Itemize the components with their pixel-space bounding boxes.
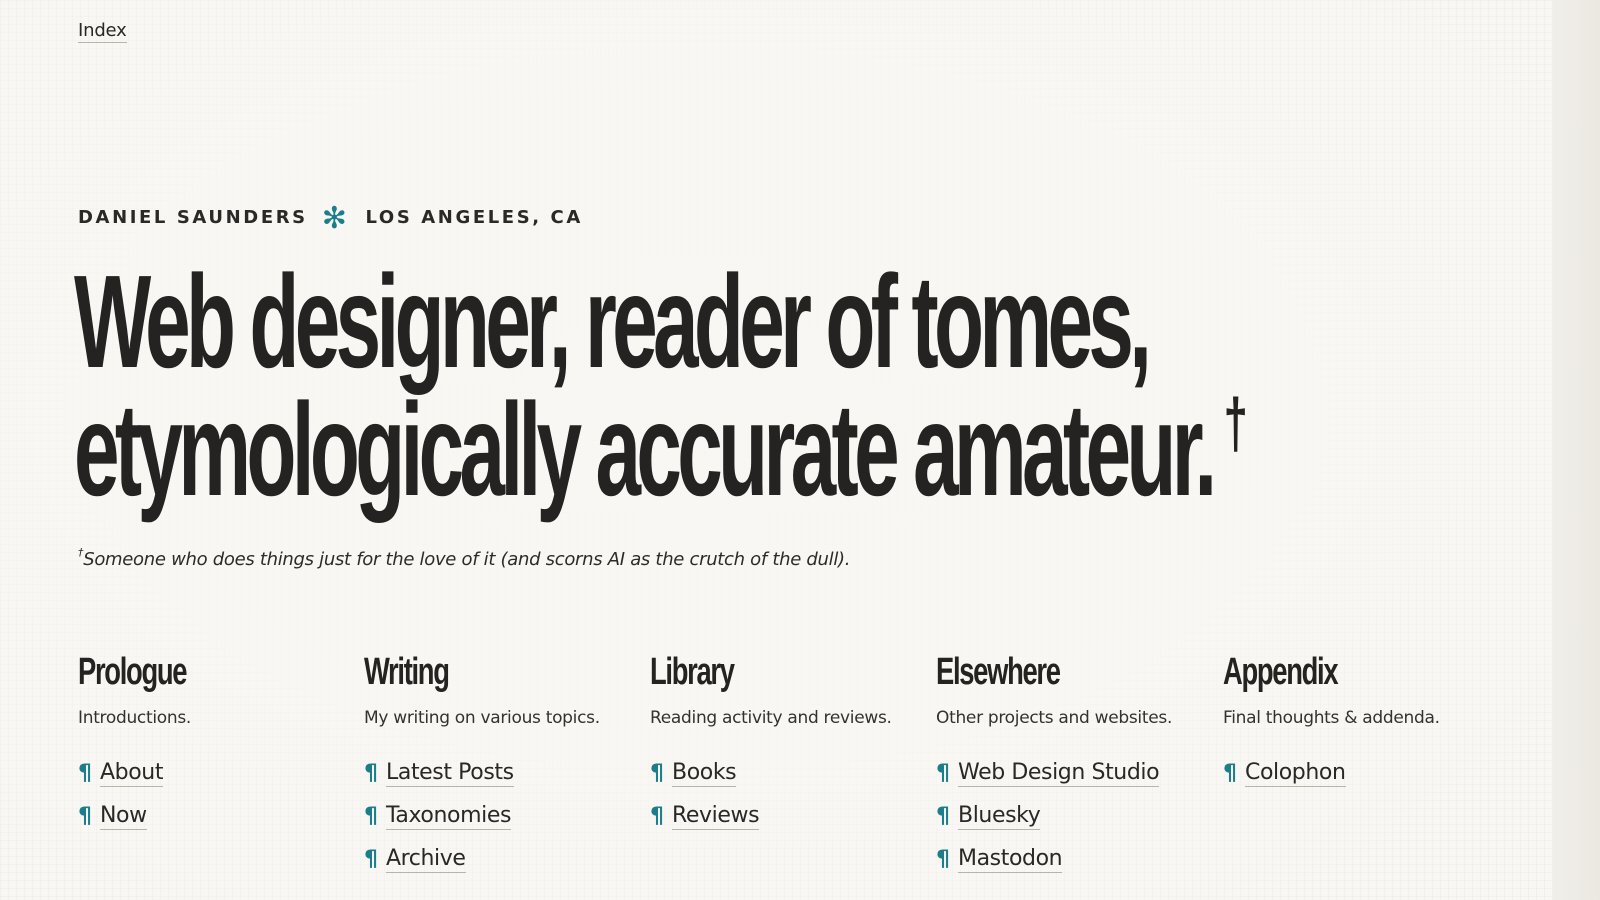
section-prologue: Prologue Introductions. ¶ About ¶ Now: [78, 650, 358, 838]
link-mastodon[interactable]: ¶ Mastodon: [936, 838, 1216, 881]
dagger-mark: †: [1223, 384, 1248, 462]
section-title: Appendix: [1223, 651, 1339, 693]
scrollbar[interactable]: [1552, 0, 1600, 900]
footnote-dagger: †: [78, 546, 84, 559]
link-label[interactable]: Taxonomies: [386, 803, 511, 830]
page-headline: Web designer, reader of tomes, etymologi…: [74, 248, 1345, 535]
link-label[interactable]: Now: [100, 803, 147, 830]
link-label[interactable]: Colophon: [1245, 760, 1346, 787]
section-title: Elsewhere: [936, 651, 1061, 693]
section-links: ¶ Latest Posts ¶ Taxonomies ¶ Archive: [364, 752, 644, 881]
headline-line-2: etymologically accurate amateur. †: [74, 384, 1345, 535]
pilcrow-icon: ¶: [364, 847, 378, 872]
pilcrow-icon: ¶: [364, 761, 378, 786]
link-label[interactable]: Mastodon: [958, 846, 1063, 873]
pilcrow-icon: ¶: [650, 804, 664, 829]
link-reviews[interactable]: ¶ Reviews: [650, 795, 930, 838]
footnote: †Someone who does things just for the lo…: [78, 546, 851, 570]
link-label[interactable]: Bluesky: [958, 803, 1041, 830]
section-writing: Writing My writing on various topics. ¶ L…: [364, 650, 644, 881]
scrollbar-thumb[interactable]: [1580, 0, 1586, 900]
section-description: Reading activity and reviews.: [650, 708, 892, 728]
footnote-text: Someone who does things just for the lov…: [83, 549, 851, 570]
link-label[interactable]: Latest Posts: [386, 760, 514, 787]
link-bluesky[interactable]: ¶ Bluesky: [936, 795, 1216, 838]
section-library: Library Reading activity and reviews. ¶ B…: [650, 650, 930, 838]
section-appendix: Appendix Final thoughts & addenda. ¶ Colo…: [1223, 650, 1503, 795]
pilcrow-icon: ¶: [78, 761, 92, 786]
pilcrow-icon: ¶: [78, 804, 92, 829]
link-about[interactable]: ¶ About: [78, 752, 358, 795]
link-label[interactable]: Reviews: [672, 803, 760, 830]
headline-line-1: Web designer, reader of tomes,: [74, 248, 1152, 395]
pilcrow-icon: ¶: [650, 761, 664, 786]
location: LOS ANGELES, CA: [365, 207, 583, 228]
author-name: DANIEL SAUNDERS: [78, 207, 308, 228]
link-label[interactable]: Web Design Studio: [958, 760, 1160, 787]
headline-line-2-text: etymologically accurate amateur.: [74, 376, 1217, 523]
section-links: ¶ Colophon: [1223, 752, 1503, 795]
section-links: ¶ Books ¶ Reviews: [650, 752, 930, 838]
section-links: ¶ Web Design Studio ¶ Bluesky ¶ Mastodon: [936, 752, 1216, 881]
section-description: Other projects and websites.: [936, 708, 1173, 728]
section-title: Writing: [364, 651, 450, 693]
section-description: My writing on various topics.: [364, 708, 600, 728]
pilcrow-icon: ¶: [936, 847, 950, 872]
section-title: Prologue: [78, 651, 187, 693]
section-description: Final thoughts & addenda.: [1223, 708, 1440, 728]
pilcrow-icon: ¶: [936, 761, 950, 786]
link-label[interactable]: About: [100, 760, 163, 787]
link-now[interactable]: ¶ Now: [78, 795, 358, 838]
index-link[interactable]: Index: [78, 20, 127, 43]
asterisk-icon: ✻: [321, 200, 350, 236]
link-web-design-studio[interactable]: ¶ Web Design Studio: [936, 752, 1216, 795]
pilcrow-icon: ¶: [936, 804, 950, 829]
link-label[interactable]: Archive: [386, 846, 466, 873]
pilcrow-icon: ¶: [1223, 761, 1237, 786]
byline: DANIEL SAUNDERS ✻ LOS ANGELES, CA: [78, 200, 583, 236]
section-description: Introductions.: [78, 708, 192, 728]
section-title: Library: [650, 651, 735, 693]
section-links: ¶ About ¶ Now: [78, 752, 358, 838]
link-colophon[interactable]: ¶ Colophon: [1223, 752, 1503, 795]
link-taxonomies[interactable]: ¶ Taxonomies: [364, 795, 644, 838]
section-elsewhere: Elsewhere Other projects and websites. ¶…: [936, 650, 1216, 881]
link-books[interactable]: ¶ Books: [650, 752, 930, 795]
pilcrow-icon: ¶: [364, 804, 378, 829]
link-label[interactable]: Books: [672, 760, 737, 787]
link-latest-posts[interactable]: ¶ Latest Posts: [364, 752, 644, 795]
link-archive[interactable]: ¶ Archive: [364, 838, 644, 881]
